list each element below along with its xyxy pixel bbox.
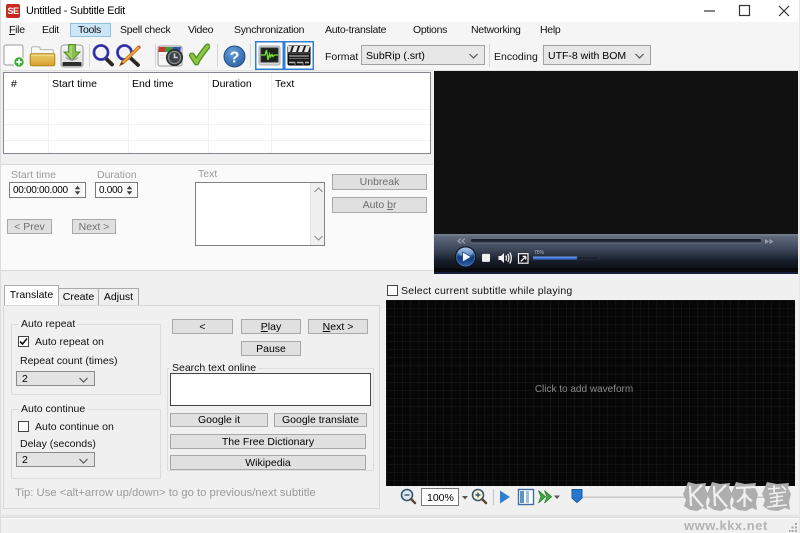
svg-text:Click to add waveform: Click to add waveform (535, 384, 633, 395)
svg-text:?: ? (230, 50, 240, 67)
svg-text:100%: 100% (427, 492, 454, 504)
svg-text:75%: 75% (534, 250, 545, 256)
